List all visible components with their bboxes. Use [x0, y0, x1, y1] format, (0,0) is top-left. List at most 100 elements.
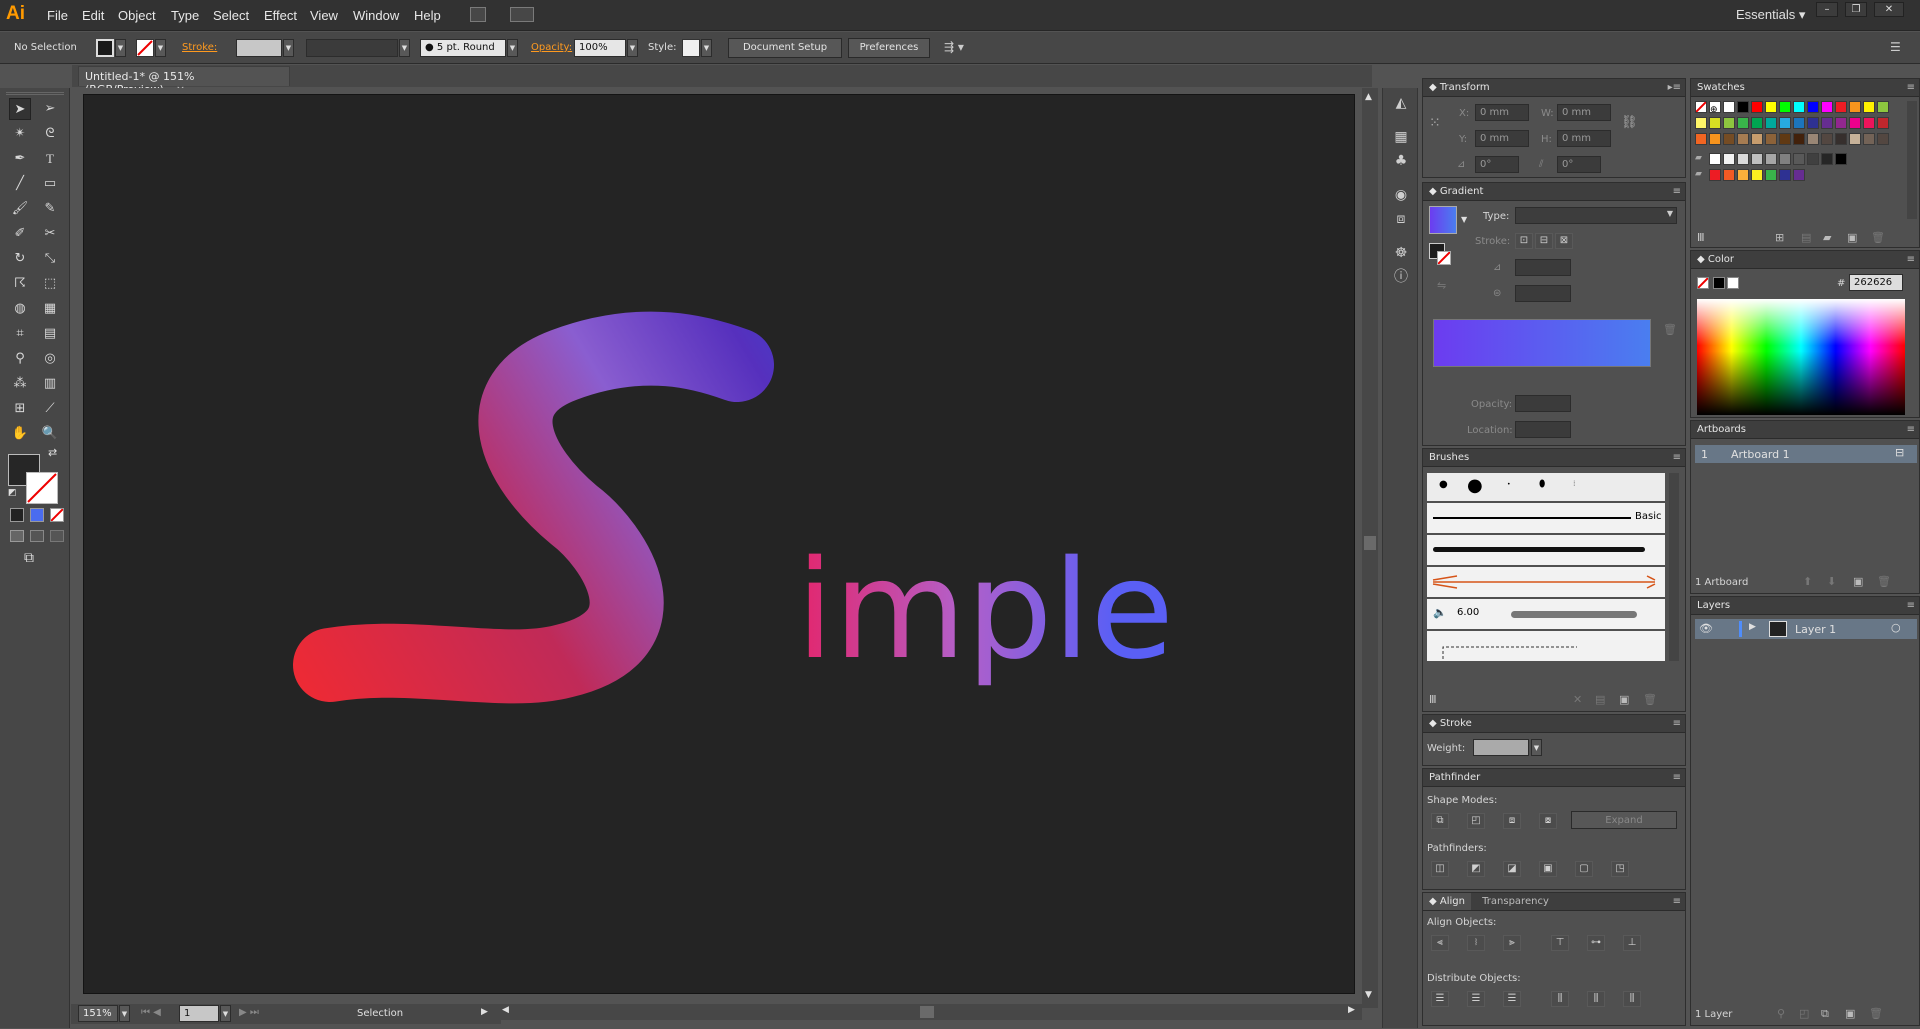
type-tool-icon[interactable]: T — [39, 148, 61, 170]
swatch[interactable] — [1709, 153, 1721, 165]
transparency-tab[interactable]: Transparency — [1474, 893, 1557, 910]
zoom-dropdown[interactable]: ▼ — [119, 1005, 130, 1022]
swatch[interactable] — [1877, 101, 1889, 113]
clipping-mask-icon[interactable]: ◰ — [1799, 1007, 1809, 1020]
swatch[interactable] — [1821, 117, 1833, 129]
merge-icon[interactable]: ◪ — [1503, 861, 1521, 877]
graphic-styles-icon[interactable]: ⧈ — [1390, 208, 1412, 230]
horizontal-scrollbar[interactable]: ◀ ▶ — [500, 1004, 1362, 1020]
gradient-slider[interactable] — [1433, 319, 1651, 367]
symbol-sprayer-tool-icon[interactable]: ⁂ — [9, 373, 31, 395]
swatch[interactable] — [1863, 101, 1875, 113]
swatch[interactable] — [1737, 101, 1749, 113]
brush-charcoal[interactable] — [1427, 535, 1665, 565]
swatch[interactable] — [1695, 117, 1707, 129]
crop-icon[interactable]: ▣ — [1539, 861, 1557, 877]
layer-target-icon[interactable]: ○ — [1891, 621, 1901, 634]
gradient-mode-icon[interactable] — [30, 508, 44, 522]
bridge-icon[interactable] — [470, 7, 486, 22]
menu-window[interactable]: Window — [353, 8, 399, 23]
column-graph-tool-icon[interactable]: ▥ — [39, 373, 61, 395]
align-right-icon[interactable]: ⫸ — [1503, 935, 1521, 951]
color-guide-icon[interactable]: ◭ — [1390, 92, 1412, 114]
page-dropdown[interactable]: ▼ — [220, 1005, 231, 1022]
y-field[interactable]: 0 mm — [1475, 130, 1529, 147]
new-brush-icon[interactable]: ▣ — [1619, 693, 1629, 706]
pencil-tool-icon[interactable]: ✎ — [39, 198, 61, 220]
fill-color-swatch[interactable] — [96, 39, 114, 57]
preferences-button[interactable]: Preferences — [848, 38, 930, 58]
swatch[interactable] — [1835, 117, 1847, 129]
swatch[interactable] — [1737, 169, 1749, 181]
menu-help[interactable]: Help — [414, 8, 441, 23]
swatch[interactable] — [1835, 101, 1847, 113]
swatch[interactable] — [1821, 133, 1833, 145]
visibility-eye-icon[interactable]: 👁 — [1699, 622, 1713, 635]
swatch-libraries-icon[interactable]: Ⅲ — [1697, 231, 1705, 244]
w-field[interactable]: 0 mm — [1557, 104, 1611, 121]
delete-brush-icon[interactable]: 🗑 — [1643, 693, 1657, 706]
swatch[interactable] — [1723, 169, 1735, 181]
gradient-thumbnail[interactable] — [1429, 206, 1457, 234]
swatch[interactable] — [1807, 133, 1819, 145]
color-group-folder-icon[interactable]: ▰ — [1695, 169, 1702, 179]
swatch[interactable] — [1779, 169, 1791, 181]
stroke-across-icon[interactable]: ⊠ — [1555, 233, 1573, 249]
shape-builder-tool-icon[interactable]: ◍ — [9, 298, 31, 320]
draw-behind-icon[interactable] — [30, 530, 44, 542]
intersect-icon[interactable]: ⧈ — [1503, 813, 1521, 829]
outline-icon[interactable]: ▢ — [1575, 861, 1593, 877]
distribute-top-icon[interactable]: ☰ — [1431, 991, 1449, 1007]
exclude-icon[interactable]: ⧇ — [1539, 813, 1557, 829]
minus-back-icon[interactable]: ◳ — [1611, 861, 1629, 877]
color-spectrum[interactable] — [1697, 299, 1905, 415]
swatch[interactable] — [1849, 133, 1861, 145]
layers-panel-header[interactable]: Layers ≡ — [1691, 597, 1919, 615]
image-trace-icon[interactable]: ☸ — [1390, 242, 1412, 264]
brush-tip-large[interactable]: ● — [1467, 475, 1483, 496]
brushes-panel-header[interactable]: Brushes ≡ — [1423, 449, 1685, 467]
gradient-panel-header[interactable]: ◆ Gradient ≡ — [1423, 183, 1685, 201]
brush-tip-small[interactable]: ● — [1439, 479, 1448, 490]
align-vertical-center-icon[interactable]: ⊶ — [1587, 935, 1605, 951]
new-layer-icon[interactable]: ▣ — [1845, 1007, 1855, 1020]
swatch[interactable] — [1835, 153, 1847, 165]
color-panel-header[interactable]: ◆ Color ≡ — [1691, 251, 1919, 269]
panel-menu-icon[interactable]: ▸≡ — [1668, 79, 1681, 96]
lasso-tool-icon[interactable]: ᘓ — [39, 123, 61, 145]
trim-icon[interactable]: ◩ — [1467, 861, 1485, 877]
swatch[interactable] — [1751, 153, 1763, 165]
rotate-tool-icon[interactable]: ↻ — [9, 248, 31, 270]
stroke-weight-field[interactable] — [236, 39, 282, 57]
scroll-up-icon[interactable]: ▲ — [1365, 92, 1372, 102]
swatch[interactable] — [1877, 117, 1889, 129]
distribute-center-icon[interactable]: ☰ — [1467, 991, 1485, 1007]
scroll-down-icon[interactable]: ▼ — [1365, 990, 1372, 1000]
swatch[interactable] — [1709, 133, 1721, 145]
shear-field[interactable]: 0° — [1557, 156, 1601, 173]
vertical-scrollbar[interactable]: ▲ ▼ — [1362, 88, 1378, 1008]
swatch[interactable] — [1723, 153, 1735, 165]
weight-field[interactable] — [1473, 739, 1529, 756]
swatch[interactable] — [1779, 153, 1791, 165]
distribute-right-icon[interactable]: ⫼ — [1623, 991, 1641, 1007]
align-bottom-icon[interactable]: ⊥ — [1623, 935, 1641, 951]
swatch[interactable] — [1807, 117, 1819, 129]
swatch[interactable] — [1765, 153, 1777, 165]
swatch[interactable] — [1723, 133, 1735, 145]
align-left-icon[interactable]: ⫷ — [1431, 935, 1449, 951]
brush-dashed[interactable] — [1427, 631, 1665, 661]
weight-dropdown[interactable]: ▼ — [1531, 739, 1542, 756]
swatch[interactable] — [1751, 117, 1763, 129]
move-down-icon[interactable]: ⬇ — [1827, 575, 1836, 588]
swatch[interactable] — [1821, 153, 1833, 165]
blob-brush-tool-icon[interactable]: ✐ — [9, 223, 31, 245]
aspect-ratio-field[interactable] — [1515, 285, 1571, 302]
panel-menu-icon[interactable]: ≡ — [1907, 251, 1915, 268]
swatch[interactable] — [1751, 133, 1763, 145]
menu-object[interactable]: Object — [118, 8, 156, 23]
artboard[interactable]: imple — [83, 94, 1355, 994]
remove-brush-stroke-icon[interactable]: ✕ — [1573, 693, 1582, 706]
appearance-icon[interactable]: ◉ — [1390, 184, 1412, 206]
swatch[interactable] — [1779, 117, 1791, 129]
